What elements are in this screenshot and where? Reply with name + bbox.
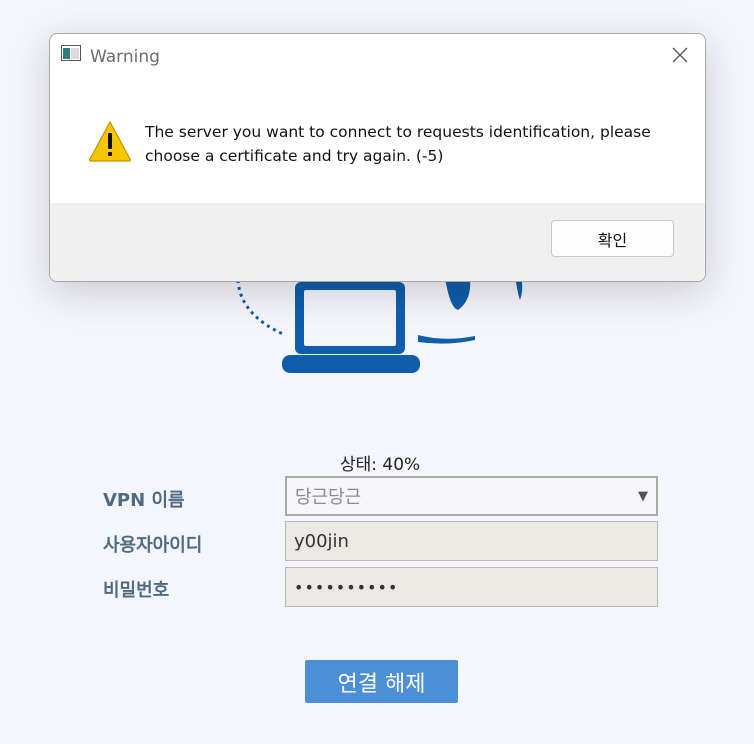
vpn-name-value: 당근당근 [295, 487, 362, 508]
ok-button[interactable]: 확인 [551, 220, 674, 257]
dialog-title: Warning [90, 47, 160, 67]
connection-arc [236, 279, 286, 337]
close-icon[interactable] [667, 42, 693, 68]
dialog-body: The server you want to connect to reques… [50, 78, 705, 205]
arc-fragment-2 [516, 282, 523, 300]
disconnect-button[interactable]: 연결 해제 [305, 660, 458, 703]
shield-fragment [445, 278, 471, 310]
arc-fragment [418, 335, 475, 344]
dialog-titlebar[interactable]: Warning [50, 34, 705, 78]
vpn-name-label: VPN 이름 [103, 490, 185, 511]
connection-status: 상태: 40% [340, 455, 421, 475]
warning-icon [89, 120, 131, 162]
warning-dialog: Warning The server you want to connect t… [49, 33, 706, 282]
dialog-footer: 확인 [50, 203, 705, 281]
vpn-name-select[interactable]: 당근당근 ▼ [285, 476, 658, 516]
laptop-icon [282, 282, 420, 373]
password-label: 비밀번호 [103, 580, 170, 601]
window-app-icon [61, 45, 81, 61]
dropdown-arrow-icon[interactable]: ▼ [638, 489, 648, 504]
dialog-message: The server you want to connect to reques… [145, 123, 651, 165]
user-id-label: 사용자아이디 [103, 535, 203, 556]
user-id-field[interactable]: y00jin [285, 521, 658, 561]
password-field[interactable]: •••••••••• [285, 567, 658, 607]
